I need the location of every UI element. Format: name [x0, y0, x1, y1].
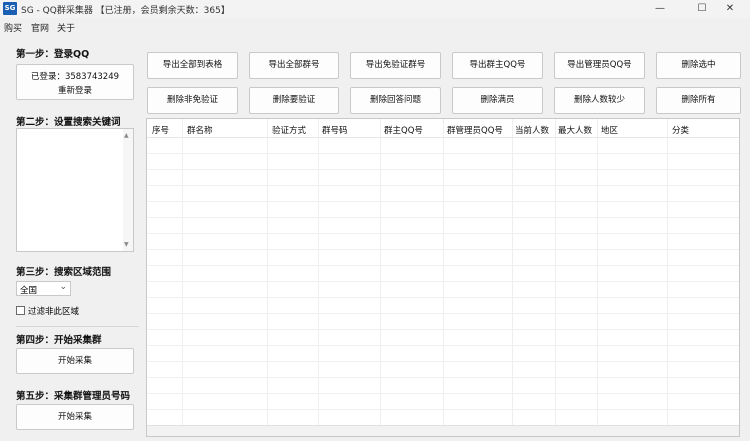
- app-icon: SG: [3, 2, 17, 15]
- column-header-group-number[interactable]: 群号码: [322, 124, 348, 136]
- window-title: SG - QQ群采集器 【已注册，会员剩余天数：365】: [21, 6, 230, 16]
- grid-line: [182, 119, 183, 436]
- export-all-groups-button[interactable]: 导出全部群号: [249, 52, 339, 79]
- menu-buy[interactable]: 购买: [4, 21, 22, 34]
- grid-line: [147, 169, 739, 170]
- grid-line: [443, 119, 444, 436]
- grid-line: [147, 409, 739, 410]
- relogin-label: 重新登录: [57, 86, 92, 96]
- keyword-textarea[interactable]: ▲ ▼: [16, 128, 134, 252]
- column-header-region[interactable]: 地区: [601, 124, 618, 136]
- grid-line: [147, 249, 739, 250]
- delete-selected-button[interactable]: 删除选中: [656, 52, 741, 79]
- export-owner-qq-button[interactable]: 导出群主QQ号: [452, 52, 543, 79]
- step5-title: 第五步：采集群管理员号码: [16, 391, 131, 402]
- delete-need-verify-button[interactable]: 删除要验证: [249, 87, 339, 114]
- grid-line: [380, 119, 381, 436]
- column-header-admin-qq[interactable]: 群管理员QQ号: [447, 124, 503, 136]
- step4-title: 第四步：开始采集群: [16, 335, 102, 346]
- start-collect-groups-button[interactable]: 开始采集: [16, 348, 134, 374]
- export-free-groups-button[interactable]: 导出免验证群号: [350, 52, 441, 79]
- grid-line: [147, 297, 739, 298]
- grid-line: [147, 201, 739, 202]
- menu-about[interactable]: 关于: [57, 21, 75, 34]
- menu-website[interactable]: 官网: [31, 21, 49, 34]
- column-header-category[interactable]: 分类: [672, 124, 689, 136]
- grid-line: [147, 345, 739, 346]
- column-header-index[interactable]: 序号: [152, 124, 169, 136]
- grid-line: [147, 361, 739, 362]
- login-status: 已登录：3583743249: [30, 72, 120, 82]
- close-button[interactable]: ✕: [710, 1, 750, 17]
- grid-line: [267, 119, 268, 436]
- region-select[interactable]: 全国 ⌄: [16, 281, 71, 296]
- grid-line: [147, 313, 739, 314]
- delete-few-members-button[interactable]: 删除人数较少: [554, 87, 645, 114]
- grid-line: [147, 153, 739, 154]
- start-collect-admins-button[interactable]: 开始采集: [16, 404, 134, 430]
- grid-line: [667, 119, 668, 436]
- column-header-current-members[interactable]: 当前人数: [515, 124, 549, 136]
- filter-region-label: 过滤非此区域: [28, 307, 80, 317]
- delete-non-free-button[interactable]: 删除非免验证: [147, 87, 238, 114]
- minimize-button[interactable]: —: [640, 1, 680, 17]
- grid-line: [597, 119, 598, 436]
- chevron-down-icon: ⌄: [59, 282, 67, 292]
- filter-region-checkbox[interactable]: [16, 306, 25, 315]
- step1-title: 第一步：登录QQ: [16, 49, 90, 60]
- grid-line: [147, 217, 739, 218]
- region-value: 全国: [20, 286, 38, 296]
- export-all-excel-button[interactable]: 导出全部到表格: [147, 52, 238, 79]
- grid-line: [147, 265, 739, 266]
- grid-line: [147, 185, 739, 186]
- delete-all-button[interactable]: 删除所有: [656, 87, 741, 114]
- column-header-group-name[interactable]: 群名称: [187, 124, 213, 136]
- divider: [16, 326, 139, 327]
- step3-title: 第三步：搜索区域范围: [16, 267, 112, 278]
- grid-line: [147, 377, 739, 378]
- group-table[interactable]: 序号 群名称 验证方式 群号码 群主QQ号 群管理员QQ号 当前人数 最大人数 …: [146, 118, 740, 437]
- grid-line: [147, 329, 739, 330]
- grid-line: [555, 119, 556, 436]
- delete-full-button[interactable]: 删除满员: [452, 87, 543, 114]
- keyword-scrollbar[interactable]: ▲ ▼: [123, 129, 133, 251]
- step2-title: 第二步：设置搜索关键词: [16, 117, 121, 128]
- grid-line: [318, 119, 319, 436]
- menu-bar: 购买 官网 关于: [0, 19, 750, 35]
- header-divider: [147, 137, 739, 138]
- delete-answer-question-button[interactable]: 删除回答问题: [350, 87, 441, 114]
- grid-line: [147, 393, 739, 394]
- export-admin-qq-button[interactable]: 导出管理员QQ号: [554, 52, 645, 79]
- column-header-owner-qq[interactable]: 群主QQ号: [384, 124, 423, 136]
- column-header-verify-method[interactable]: 验证方式: [272, 124, 306, 136]
- column-header-max-members[interactable]: 最大人数: [558, 124, 592, 136]
- title-bar: SG SG - QQ群采集器 【已注册，会员剩余天数：365】 — ☐ ✕: [0, 0, 750, 18]
- scroll-down-icon[interactable]: ▼: [124, 241, 129, 248]
- login-button[interactable]: 已登录：3583743249 重新登录: [16, 64, 134, 100]
- grid-line: [147, 281, 739, 282]
- table-horizontal-scrollbar[interactable]: [147, 425, 739, 436]
- scroll-up-icon[interactable]: ▲: [124, 132, 129, 139]
- grid-line: [512, 119, 513, 436]
- grid-line: [147, 233, 739, 234]
